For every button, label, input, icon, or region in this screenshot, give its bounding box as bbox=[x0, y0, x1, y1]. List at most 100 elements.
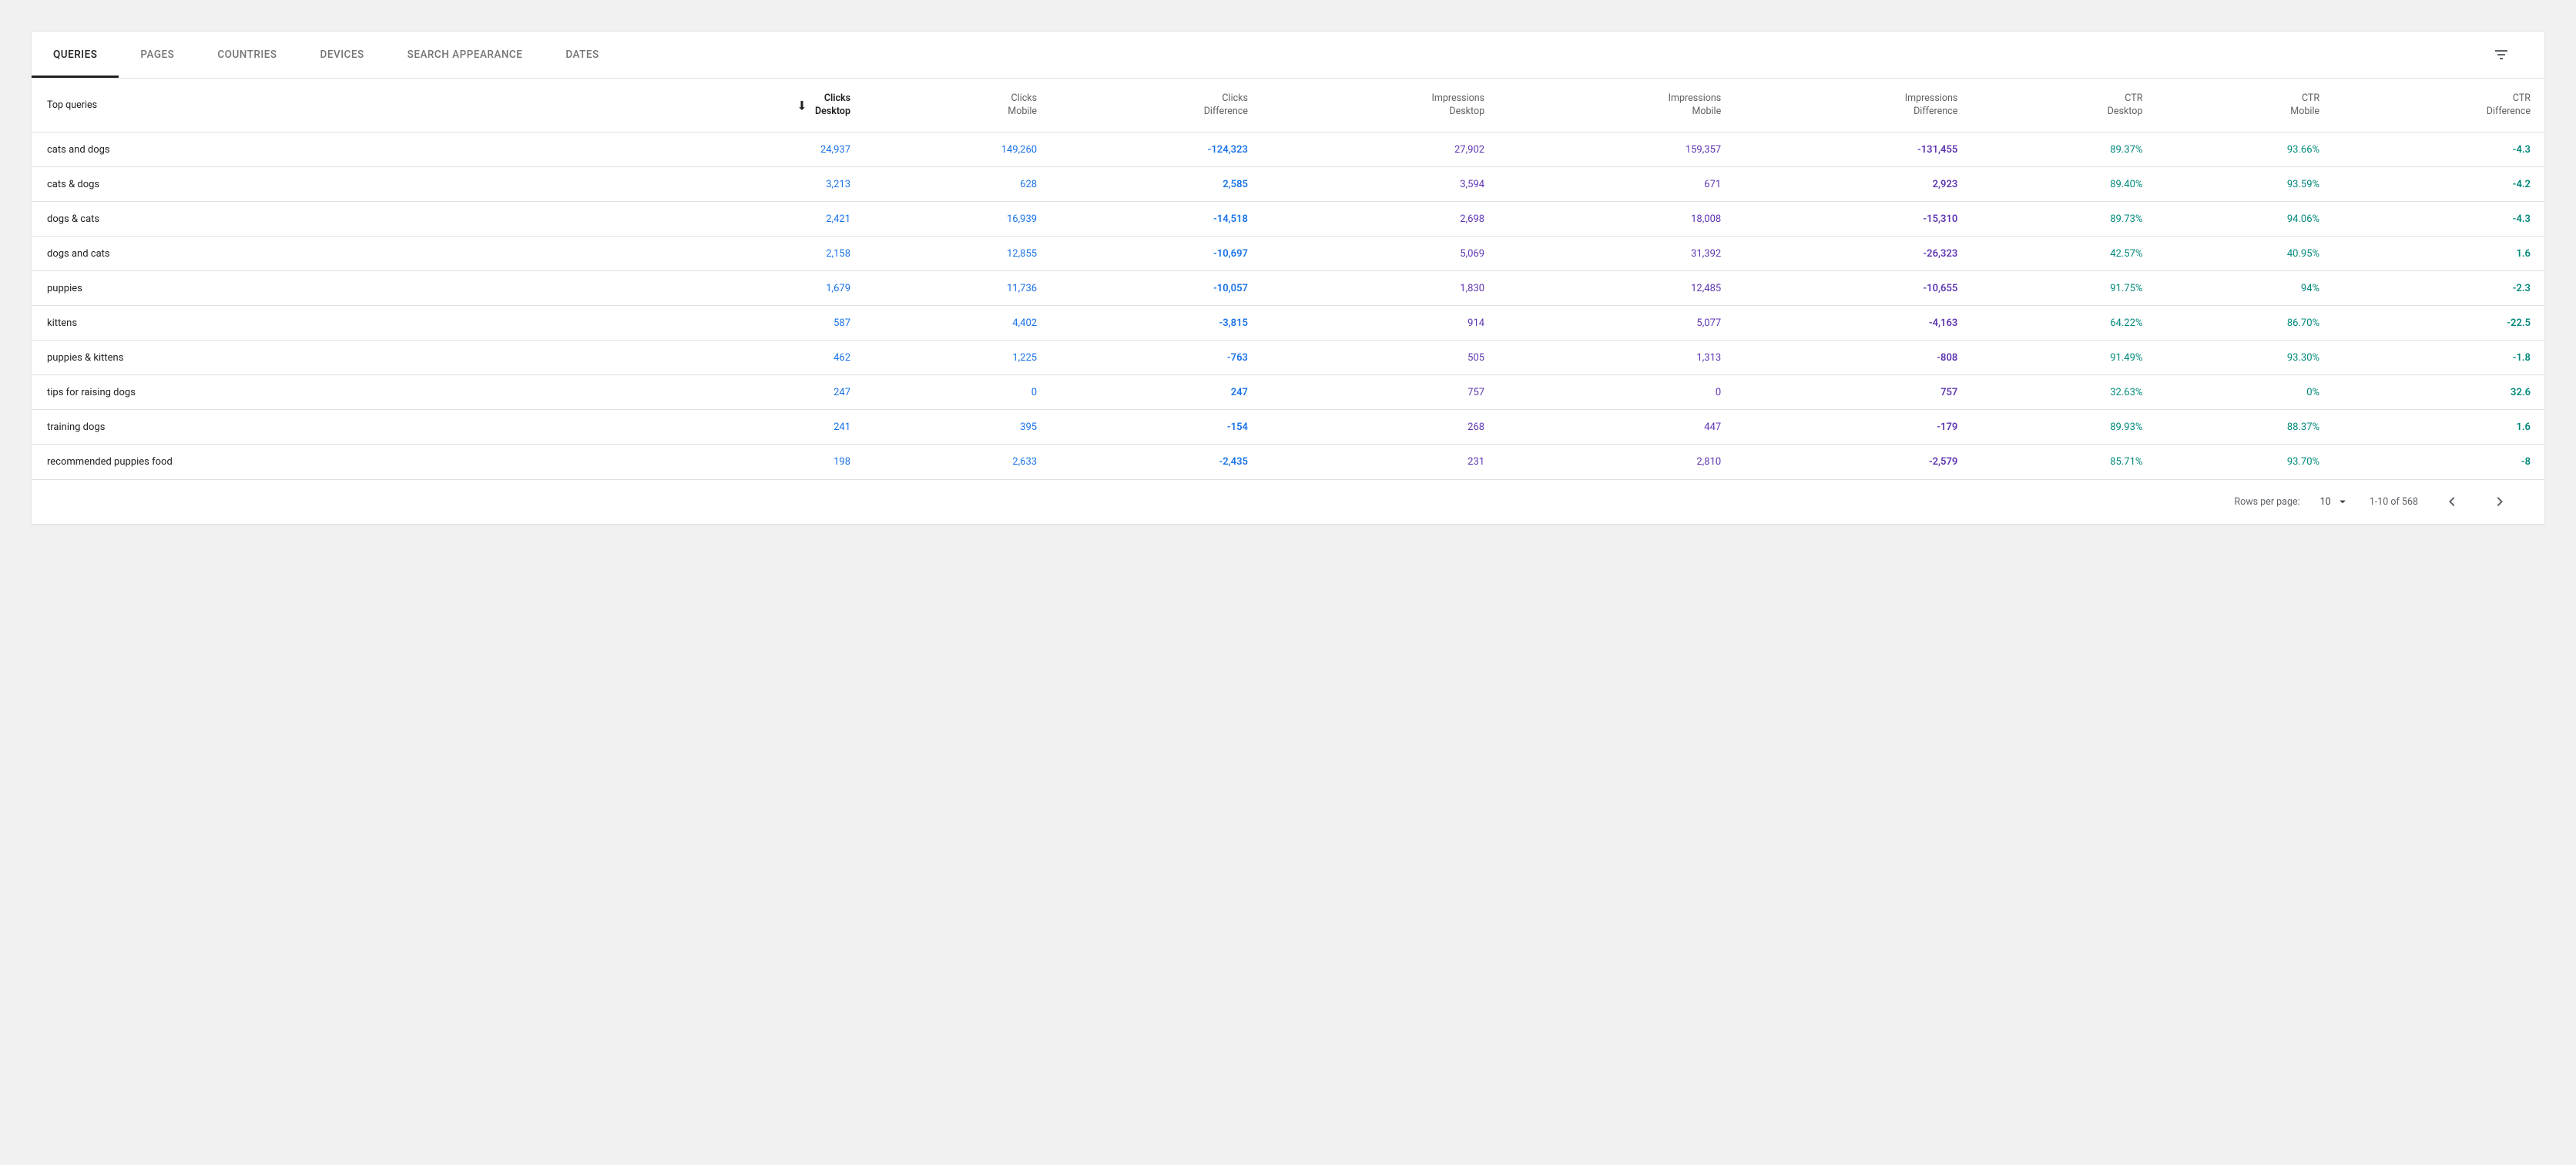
metric-cell: -179 bbox=[1735, 410, 1971, 445]
column-header: CTRDifference bbox=[2333, 79, 2544, 133]
metric-cell: 94.06% bbox=[2156, 202, 2333, 237]
table-row[interactable]: cats & dogs3,2136282,5853,5946712,92389.… bbox=[32, 167, 2544, 202]
metric-cell: -14,518 bbox=[1051, 202, 1262, 237]
metric-cell: 628 bbox=[864, 167, 1051, 202]
metric-cell: 1,830 bbox=[1262, 271, 1498, 306]
metric-cell: 241 bbox=[620, 410, 864, 445]
metric-cell: 93.70% bbox=[2156, 445, 2333, 479]
table-row[interactable]: training dogs241395-154268447-17989.93%8… bbox=[32, 410, 2544, 445]
table-row[interactable]: cats and dogs24,937149,260-124,32327,902… bbox=[32, 133, 2544, 167]
table-body: cats and dogs24,937149,260-124,32327,902… bbox=[32, 133, 2544, 479]
query-cell: puppies bbox=[32, 271, 620, 306]
column-header: ImpressionsDesktop bbox=[1262, 79, 1498, 133]
metric-cell: 16,939 bbox=[864, 202, 1051, 237]
filter-icon[interactable] bbox=[2492, 45, 2511, 64]
query-cell: kittens bbox=[32, 306, 620, 341]
column-header: Top queries bbox=[32, 79, 620, 133]
metric-cell: 64.22% bbox=[1971, 306, 2156, 341]
metric-cell: -15,310 bbox=[1735, 202, 1971, 237]
table-row[interactable]: tips for raising dogs2470247757075732.63… bbox=[32, 375, 2544, 410]
query-cell: dogs & cats bbox=[32, 202, 620, 237]
metric-cell: 5,077 bbox=[1498, 306, 1735, 341]
query-cell: cats and dogs bbox=[32, 133, 620, 167]
metric-cell: 89.93% bbox=[1971, 410, 2156, 445]
metric-cell: -3,815 bbox=[1051, 306, 1262, 341]
metric-cell: 395 bbox=[864, 410, 1051, 445]
tab-queries[interactable]: QUERIES bbox=[32, 32, 119, 78]
tab-countries[interactable]: COUNTRIES bbox=[196, 32, 298, 78]
metric-cell: 0 bbox=[1498, 375, 1735, 410]
queries-table: Top queriesClicksDesktopClicksMobileClic… bbox=[32, 78, 2544, 479]
metric-cell: -2,579 bbox=[1735, 445, 1971, 479]
column-header: ImpressionsDifference bbox=[1735, 79, 1971, 133]
pagination: Rows per page: 10 1-10 of 568 bbox=[32, 479, 2544, 524]
metric-cell: 32.63% bbox=[1971, 375, 2156, 410]
query-cell: recommended puppies food bbox=[32, 445, 620, 479]
performance-table-card: QUERIESPAGESCOUNTRIESDEVICESSEARCH APPEA… bbox=[31, 31, 2545, 525]
metric-cell: 93.30% bbox=[2156, 341, 2333, 375]
table-scroll[interactable]: Top queriesClicksDesktopClicksMobileClic… bbox=[32, 78, 2544, 479]
metric-cell: 2,698 bbox=[1262, 202, 1498, 237]
metric-cell: 268 bbox=[1262, 410, 1498, 445]
query-cell: cats & dogs bbox=[32, 167, 620, 202]
metric-cell: -22.5 bbox=[2333, 306, 2544, 341]
rows-per-page-select[interactable]: 10 bbox=[2320, 495, 2350, 509]
metric-cell: 86.70% bbox=[2156, 306, 2333, 341]
metric-cell: -10,697 bbox=[1051, 237, 1262, 271]
tab-search-appearance[interactable]: SEARCH APPEARANCE bbox=[386, 32, 545, 78]
metric-cell: 2,585 bbox=[1051, 167, 1262, 202]
metric-cell: 2,633 bbox=[864, 445, 1051, 479]
column-header: ImpressionsMobile bbox=[1498, 79, 1735, 133]
column-header: ClicksMobile bbox=[864, 79, 1051, 133]
metric-cell: -763 bbox=[1051, 341, 1262, 375]
table-row[interactable]: puppies1,67911,736-10,0571,83012,485-10,… bbox=[32, 271, 2544, 306]
metric-cell: 2,810 bbox=[1498, 445, 1735, 479]
metric-cell: 94% bbox=[2156, 271, 2333, 306]
metric-cell: -2,435 bbox=[1051, 445, 1262, 479]
metric-cell: 247 bbox=[620, 375, 864, 410]
metric-cell: 1,225 bbox=[864, 341, 1051, 375]
metric-cell: 12,855 bbox=[864, 237, 1051, 271]
column-header[interactable]: ClicksDesktop bbox=[620, 79, 864, 133]
tabs-bar: QUERIESPAGESCOUNTRIESDEVICESSEARCH APPEA… bbox=[32, 32, 2544, 78]
metric-cell: -8 bbox=[2333, 445, 2544, 479]
metric-cell: -131,455 bbox=[1735, 133, 1971, 167]
rows-per-page-value: 10 bbox=[2320, 496, 2331, 508]
metric-cell: 0% bbox=[2156, 375, 2333, 410]
metric-cell: 24,937 bbox=[620, 133, 864, 167]
query-cell: tips for raising dogs bbox=[32, 375, 620, 410]
table-row[interactable]: puppies & kittens4621,225-7635051,313-80… bbox=[32, 341, 2544, 375]
metric-cell: 85.71% bbox=[1971, 445, 2156, 479]
table-row[interactable]: recommended puppies food1982,633-2,43523… bbox=[32, 445, 2544, 479]
metric-cell: 91.49% bbox=[1971, 341, 2156, 375]
metric-cell: -154 bbox=[1051, 410, 1262, 445]
tab-dates[interactable]: DATES bbox=[544, 32, 620, 78]
metric-cell: -4,163 bbox=[1735, 306, 1971, 341]
metric-cell: 27,902 bbox=[1262, 133, 1498, 167]
metric-cell: 3,594 bbox=[1262, 167, 1498, 202]
metric-cell: 40.95% bbox=[2156, 237, 2333, 271]
table-row[interactable]: dogs and cats2,15812,855-10,6975,06931,3… bbox=[32, 237, 2544, 271]
metric-cell: 31,392 bbox=[1498, 237, 1735, 271]
metric-cell: 42.57% bbox=[1971, 237, 2156, 271]
tab-devices[interactable]: DEVICES bbox=[299, 32, 386, 78]
metric-cell: 93.59% bbox=[2156, 167, 2333, 202]
tab-pages[interactable]: PAGES bbox=[119, 32, 196, 78]
metric-cell: 88.37% bbox=[2156, 410, 2333, 445]
table-row[interactable]: dogs & cats2,42116,939-14,5182,69818,008… bbox=[32, 202, 2544, 237]
metric-cell: 11,736 bbox=[864, 271, 1051, 306]
column-header: ClicksDifference bbox=[1051, 79, 1262, 133]
metric-cell: -124,323 bbox=[1051, 133, 1262, 167]
metric-cell: 4,402 bbox=[864, 306, 1051, 341]
metric-cell: 757 bbox=[1735, 375, 1971, 410]
next-page-button[interactable] bbox=[2486, 488, 2514, 515]
sort-desc-icon bbox=[795, 99, 809, 112]
prev-page-button[interactable] bbox=[2438, 488, 2466, 515]
metric-cell: 93.66% bbox=[2156, 133, 2333, 167]
rows-per-page-label: Rows per page: bbox=[2234, 496, 2299, 508]
table-row[interactable]: kittens5874,402-3,8159145,077-4,16364.22… bbox=[32, 306, 2544, 341]
pagination-range: 1-10 of 568 bbox=[2370, 496, 2418, 508]
metric-cell: 32.6 bbox=[2333, 375, 2544, 410]
query-cell: puppies & kittens bbox=[32, 341, 620, 375]
metric-cell: -26,323 bbox=[1735, 237, 1971, 271]
